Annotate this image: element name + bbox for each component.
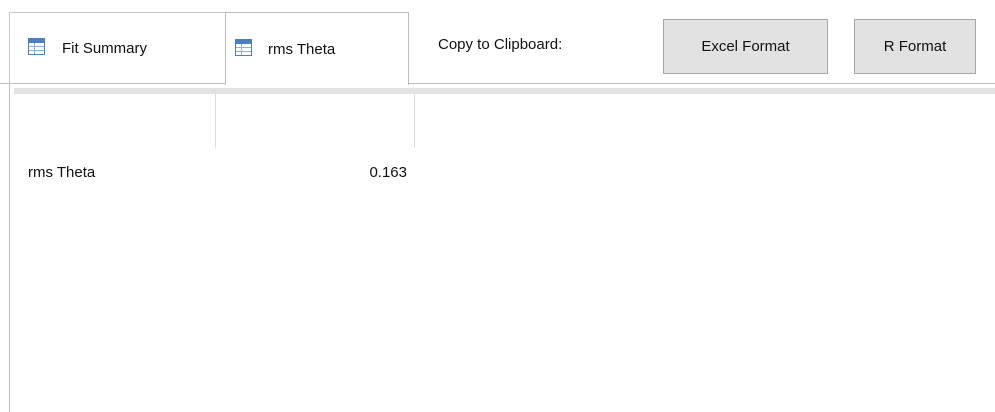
tab-label: rms Theta — [268, 40, 336, 58]
results-table: rms Theta 0.163 — [9, 84, 995, 412]
column-separator — [414, 94, 415, 148]
column-separator — [215, 94, 216, 148]
table-header-bar — [14, 88, 995, 94]
row-label-rms-theta: rms Theta — [28, 164, 96, 181]
tab-label: Fit Summary — [62, 39, 148, 57]
table-icon — [235, 38, 252, 60]
results-window: Fit Summary rms Theta Copy to Clipboard:… — [0, 0, 995, 412]
excel-format-button[interactable]: Excel Format — [663, 19, 828, 74]
r-format-button[interactable]: R Format — [854, 19, 976, 74]
tab-strip: Fit Summary rms Theta Copy to Clipboard:… — [0, 0, 995, 85]
row-value-rms-theta: 0.163 — [369, 164, 407, 181]
table-icon — [28, 37, 45, 59]
tab-fit-summary[interactable]: Fit Summary — [9, 12, 226, 84]
copy-to-clipboard-label: Copy to Clipboard: — [438, 36, 563, 53]
tab-rms-theta[interactable]: rms Theta — [225, 12, 409, 85]
